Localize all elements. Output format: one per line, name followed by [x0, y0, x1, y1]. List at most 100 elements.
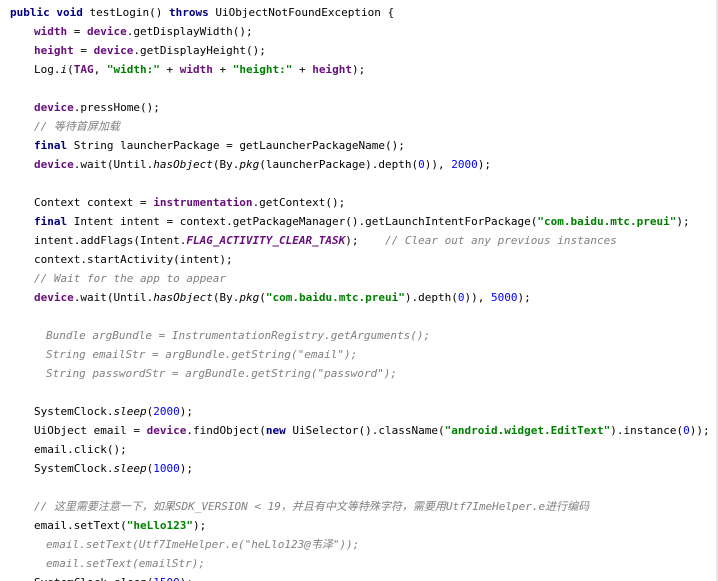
- code-line[interactable]: [0, 478, 718, 497]
- code-token: (launcherPackage).depth(: [259, 158, 419, 171]
- code-line[interactable]: email.setText(emailStr);: [0, 554, 718, 573]
- code-line[interactable]: device.wait(Until.hasObject(By.pkg(launc…: [0, 155, 718, 174]
- code-token: "width:": [106, 63, 160, 76]
- code-token: );: [179, 405, 193, 418]
- code-token: Context context =: [34, 196, 154, 209]
- code-token: "heLlo123": [126, 519, 193, 532]
- code-token: public void: [10, 6, 90, 19]
- code-line[interactable]: // 等待首屏加载: [0, 117, 718, 136]
- code-token: device: [34, 158, 74, 171]
- code-line[interactable]: String passwordStr = argBundle.getString…: [0, 364, 718, 383]
- code-line[interactable]: [0, 383, 718, 402]
- code-token: );: [351, 63, 366, 76]
- code-line[interactable]: SystemClock.sleep(2000);: [0, 402, 718, 421]
- code-token: 0: [418, 158, 425, 171]
- code-line[interactable]: email.click();: [0, 440, 718, 459]
- code-token: // 这里需要注意一下，如果SDK_VERSION < 19，并且有中文等特殊字…: [34, 500, 590, 513]
- code-token: // 等待首屏加载: [34, 120, 120, 133]
- code-token: device: [34, 291, 74, 304]
- code-token: );: [192, 519, 207, 532]
- code-token: (By.: [212, 291, 240, 304]
- code-token: pkg: [239, 158, 260, 171]
- code-token: email.click();: [34, 443, 127, 456]
- code-token: FLAG_ACTIVITY_CLEAR_TASK: [186, 234, 346, 247]
- code-token: String launcherPackage = getLauncherPack…: [73, 139, 405, 152]
- code-token: ,: [93, 63, 107, 76]
- code-token: height: [34, 44, 74, 57]
- code-token: // Clear out any previous instances: [385, 234, 617, 247]
- code-line[interactable]: public void testLogin() throws UiObjectN…: [0, 3, 718, 22]
- code-line[interactable]: [0, 174, 718, 193]
- code-line[interactable]: email.setText(Utf7ImeHelper.e("heLlo123@…: [0, 535, 718, 554]
- code-token: 2000: [451, 158, 478, 171]
- code-token: 1000: [153, 462, 180, 475]
- code-token: device: [93, 44, 134, 57]
- code-token: 0: [683, 424, 690, 437]
- code-line[interactable]: final String launcherPackage = getLaunch…: [0, 136, 718, 155]
- code-token: "com.baidu.mtc.preui": [537, 215, 677, 228]
- code-token: // Wait for the app to appear: [34, 272, 227, 285]
- code-token: hasObject: [153, 291, 213, 304]
- code-line[interactable]: context.startActivity(intent);: [0, 250, 718, 269]
- code-token: SystemClock.: [34, 405, 114, 418]
- code-token: String emailStr = argBundle.getString("e…: [46, 348, 358, 361]
- code-token: UiSelector().className(: [292, 424, 445, 437]
- code-token: );: [180, 576, 193, 581]
- code-line[interactable]: UiObject email = device.findObject(new U…: [0, 421, 718, 440]
- code-line[interactable]: height = device.getDisplayHeight();: [0, 41, 718, 60]
- code-line[interactable]: device.wait(Until.hasObject(By.pkg("com.…: [0, 288, 718, 307]
- code-line[interactable]: final Intent intent = context.getPackage…: [0, 212, 718, 231]
- code-line[interactable]: Context context = instrumentation.getCon…: [0, 193, 718, 212]
- code-token: Log.: [34, 63, 61, 76]
- code-token: width: [34, 25, 68, 38]
- code-token: 1500: [153, 576, 180, 581]
- code-line[interactable]: [0, 79, 718, 98]
- code-line[interactable]: // 这里需要注意一下，如果SDK_VERSION < 19，并且有中文等特殊字…: [0, 497, 718, 516]
- code-token: );: [179, 462, 193, 475]
- code-line[interactable]: intent.addFlags(Intent.FLAG_ACTIVITY_CLE…: [0, 231, 718, 250]
- code-token: throws: [168, 6, 216, 19]
- code-token: .getContext();: [252, 196, 346, 209]
- code-token: testLogin(): [89, 6, 169, 19]
- code-token: UiObject email =: [34, 424, 147, 437]
- code-token: SystemClock.: [34, 576, 113, 581]
- code-token: new: [265, 424, 293, 437]
- code-line[interactable]: Bundle argBundle = InstrumentationRegist…: [0, 326, 718, 345]
- code-token: email.setText(Utf7ImeHelper.e("heLlo123@…: [46, 538, 360, 551]
- code-token: String passwordStr = argBundle.getString…: [46, 367, 397, 380]
- code-token: +: [292, 63, 313, 76]
- code-token: (By.: [212, 158, 240, 171]
- code-line[interactable]: width = device.getDisplayWidth();: [0, 22, 718, 41]
- code-token: final: [34, 139, 74, 152]
- code-line[interactable]: String emailStr = argBundle.getString("e…: [0, 345, 718, 364]
- code-token: Bundle argBundle = InstrumentationRegist…: [46, 329, 431, 342]
- code-token: ));: [689, 424, 710, 437]
- code-token: UiObjectNotFoundException {: [215, 6, 395, 19]
- code-token: .wait(Until.: [73, 291, 154, 304]
- code-line[interactable]: [0, 307, 718, 326]
- code-token: sleep: [113, 462, 147, 475]
- code-token: "android.widget.EditText": [444, 424, 611, 437]
- code-token: )),: [464, 291, 492, 304]
- code-line[interactable]: SystemClock.sleep(1500);: [0, 573, 718, 581]
- code-line[interactable]: device.pressHome();: [0, 98, 718, 117]
- code-token: device: [87, 25, 127, 38]
- code-token: +: [212, 63, 233, 76]
- code-token: 0: [457, 291, 465, 304]
- code-line[interactable]: email.setText("heLlo123");: [0, 516, 718, 535]
- code-token: (: [259, 291, 266, 304]
- code-token: (: [67, 63, 74, 76]
- code-line[interactable]: // Wait for the app to appear: [0, 269, 718, 288]
- code-token: .findObject(: [186, 424, 266, 437]
- code-token: 5000: [491, 291, 518, 304]
- code-token: );: [676, 215, 690, 228]
- code-token: .getDisplayWidth();: [126, 25, 253, 38]
- code-editor[interactable]: public void testLogin() throws UiObjectN…: [0, 0, 718, 581]
- code-line[interactable]: SystemClock.sleep(1000);: [0, 459, 718, 478]
- code-token: hasObject: [153, 158, 213, 171]
- code-token: ).depth(: [404, 291, 458, 304]
- code-token: );: [345, 234, 386, 247]
- code-token: "com.baidu.mtc.preui": [265, 291, 405, 304]
- code-token: device: [34, 101, 74, 114]
- code-line[interactable]: Log.i(TAG, "width:" + width + "height:" …: [0, 60, 718, 79]
